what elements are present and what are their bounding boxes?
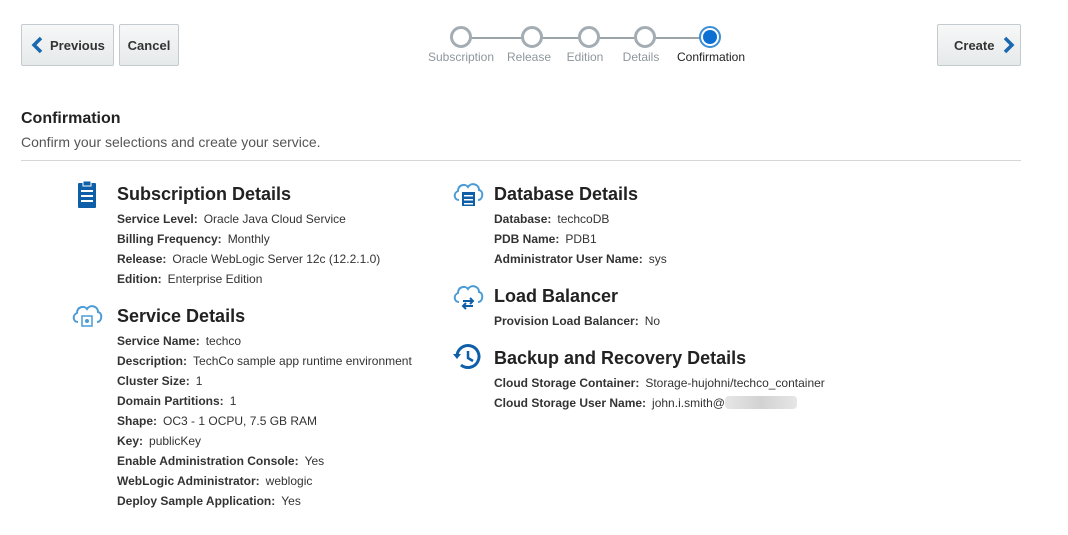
database-details-title: Database Details <box>494 184 639 204</box>
train-label-edition[interactable]: Edition <box>567 50 604 64</box>
train-label-subscription[interactable]: Subscription <box>428 50 494 64</box>
redacted-email-domain <box>724 396 797 409</box>
service-row: Enable Administration Console: Yes <box>117 454 325 468</box>
clipboard-icon <box>78 180 96 208</box>
backup-recovery-title: Backup and Recovery Details <box>494 348 747 368</box>
service-row: WebLogic Administrator: weblogic <box>117 474 313 488</box>
cloud-database-icon <box>453 183 484 206</box>
divider <box>21 160 1021 161</box>
service-row: Shape: OC3 - 1 OCPU, 7.5 GB RAM <box>117 414 318 428</box>
service-row: Deploy Sample Application: Yes <box>117 494 301 508</box>
train-label-confirmation: Confirmation <box>676 50 746 64</box>
subscription-row: Billing Frequency: Monthly <box>117 232 270 246</box>
load-balancer-row: Provision Load Balancer: No <box>494 314 661 328</box>
service-row: Service Name: techco <box>117 334 242 348</box>
subscription-details-title: Subscription Details <box>117 184 292 204</box>
train-label-release[interactable]: Release <box>507 50 551 64</box>
train-stop-release[interactable] <box>521 26 543 48</box>
cloud-load-balancer-icon <box>453 285 484 310</box>
service-row: Key: publicKey <box>117 434 202 448</box>
database-row: Administrator User Name: sys <box>494 252 667 266</box>
service-row: Domain Partitions: 1 <box>117 394 237 408</box>
subscription-row: Release: Oracle WebLogic Server 12c (12.2… <box>117 252 381 266</box>
train-stop-subscription[interactable] <box>450 26 472 48</box>
train-stop-edition[interactable] <box>578 26 600 48</box>
backup-clock-icon <box>453 344 481 369</box>
wizard-train: Subscription Release Edition Details Con… <box>0 0 1068 80</box>
database-row: PDB Name: PDB1 <box>494 232 597 246</box>
service-details-title: Service Details <box>117 306 246 326</box>
page-title: Confirmation <box>21 110 121 127</box>
service-row: Description: TechCo sample app runtime en… <box>117 354 412 368</box>
load-balancer-title: Load Balancer <box>494 286 619 306</box>
service-row: Cluster Size: 1 <box>117 374 203 388</box>
train-stop-confirmation[interactable] <box>699 26 721 48</box>
train-stop-details[interactable] <box>634 26 656 48</box>
page-subtitle: Confirm your selections and create your … <box>21 134 321 150</box>
train-label-details[interactable]: Details <box>623 50 660 64</box>
backup-row: Cloud Storage User Name: john.i.smith@ <box>494 396 797 410</box>
cloud-service-icon <box>72 305 103 327</box>
subscription-row: Service Level: Oracle Java Cloud Service <box>117 212 346 226</box>
subscription-row: Edition: Enterprise Edition <box>117 272 263 286</box>
database-row: Database: techcoDB <box>494 212 610 226</box>
backup-row: Cloud Storage Container: Storage-hujohni/… <box>494 376 825 390</box>
